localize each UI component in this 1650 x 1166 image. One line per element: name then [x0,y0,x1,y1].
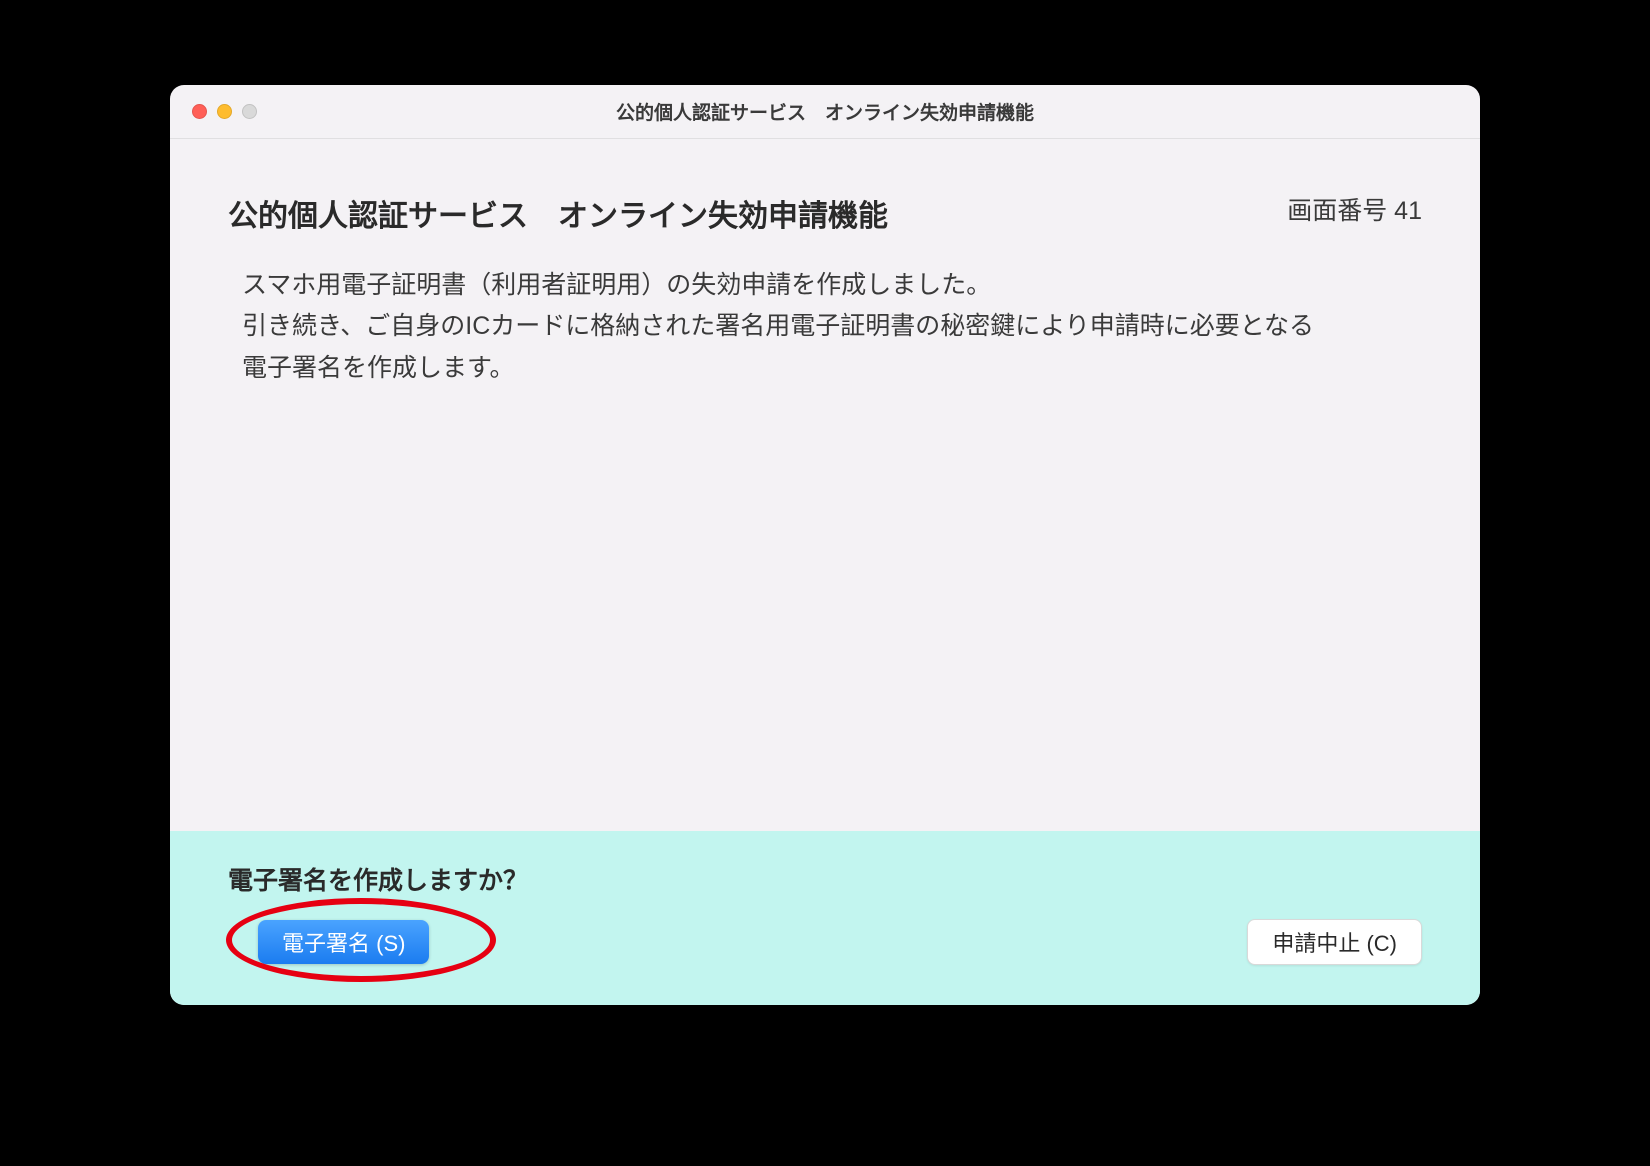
sign-button[interactable]: 電子署名 (S) [258,920,429,964]
button-row: 電子署名 (S) 申請中止 (C) [228,919,1422,965]
content-area: 画面番号 41 公的個人認証サービス オンライン失効申請機能 スマホ用電子証明書… [170,139,1480,831]
minimize-window-button[interactable] [217,104,232,119]
maximize-window-button [242,104,257,119]
screen-number-label: 画面番号 41 [1287,191,1422,227]
app-window: 公的個人認証サービス オンライン失効申請機能 画面番号 41 公的個人認証サービ… [170,85,1480,1005]
window-title: 公的個人認証サービス オンライン失効申請機能 [190,98,1460,125]
body-line-2: 引き続き、ご自身のICカードに格納された署名用電子証明書の秘密鍵により申請時に必… [242,306,1328,389]
body-line-1: スマホ用電子証明書（利用者証明用）の失効申請を作成しました。 [242,265,1328,306]
close-window-button[interactable] [192,104,207,119]
page-heading: 公的個人認証サービス オンライン失効申請機能 [228,191,1422,235]
traffic-lights [192,104,257,119]
footer-panel: 電子署名を作成しますか？ 電子署名 (S) 申請中止 (C) [170,831,1480,1005]
primary-button-wrap: 電子署名 (S) [258,920,429,964]
page-body-text: スマホ用電子証明書（利用者証明用）の失効申請を作成しました。 引き続き、ご自身の… [228,265,1328,389]
cancel-button[interactable]: 申請中止 (C) [1247,919,1422,965]
titlebar: 公的個人認証サービス オンライン失効申請機能 [170,85,1480,139]
action-prompt: 電子署名を作成しますか？ [228,861,1422,897]
